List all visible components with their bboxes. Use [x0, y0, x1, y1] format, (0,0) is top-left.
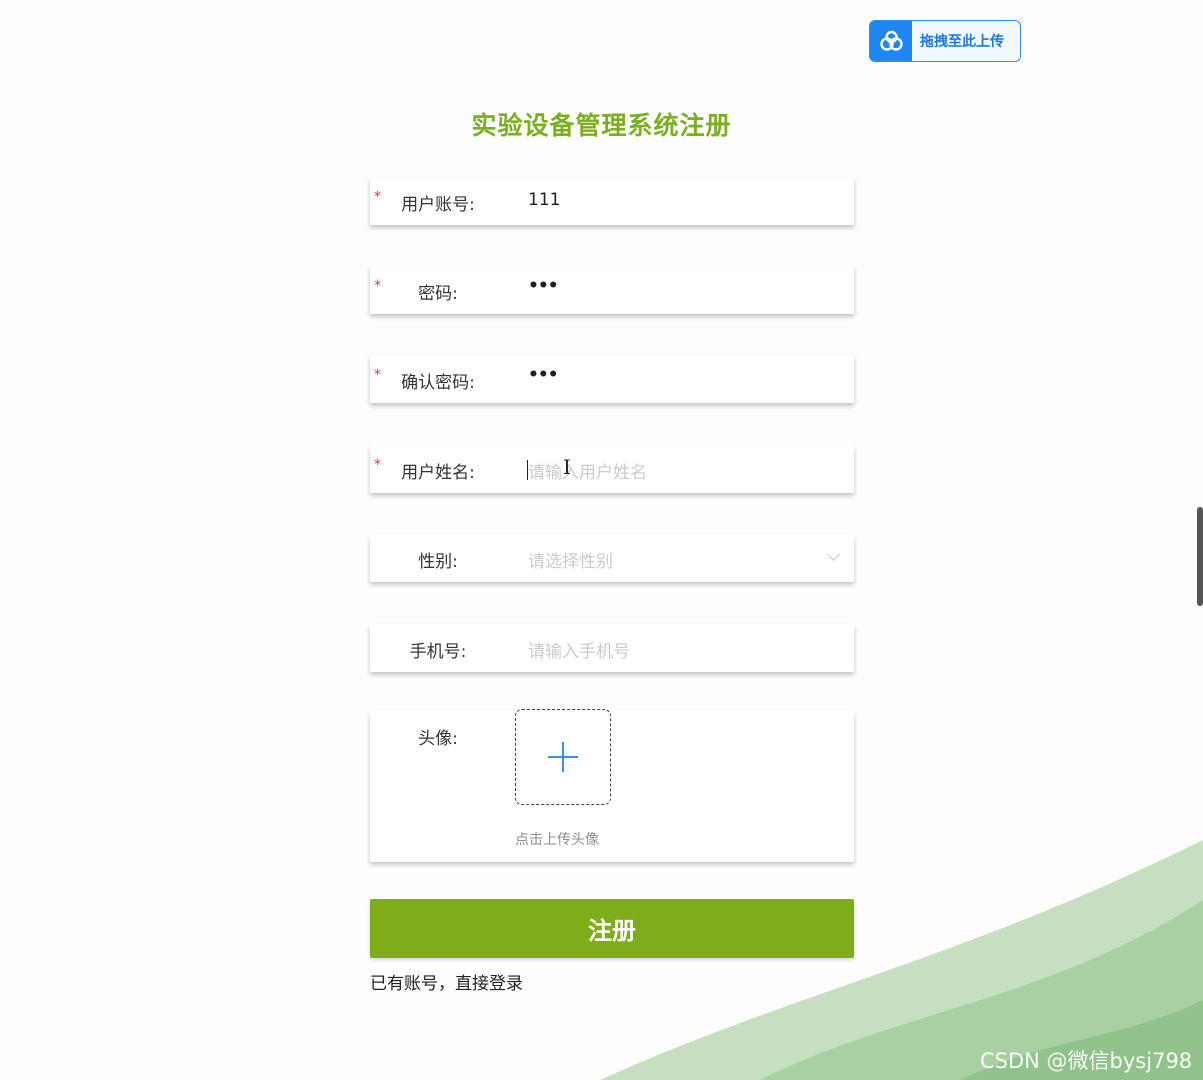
cloud-upload-icon [870, 21, 912, 61]
confirm-password-row: * 确认密码: ••• [370, 355, 854, 403]
avatar-label: 头像: [418, 729, 458, 749]
required-mark: * [374, 278, 381, 294]
drag-upload-label: 拖拽至此上传 [920, 34, 1004, 50]
scrollbar[interactable] [1197, 507, 1203, 606]
avatar-row: 头像: 点击上传头像 [370, 709, 854, 862]
name-input[interactable]: 请输入用户姓名 [528, 458, 647, 483]
phone-label: 手机号: [409, 642, 467, 662]
text-cursor-icon: I [563, 455, 571, 479]
account-label: 用户账号: [401, 195, 475, 215]
gender-row: 性别: 请选择性别 [370, 534, 854, 582]
password-label: 密码: [418, 284, 458, 304]
account-row: * 用户账号: 111 [370, 177, 854, 225]
confirm-password-input[interactable]: ••• [528, 365, 559, 385]
watermark-text: CSDN @微信bysj798 [980, 1049, 1193, 1073]
avatar-upload-tip: 点击上传头像 [515, 832, 599, 848]
chevron-down-icon[interactable] [827, 548, 840, 561]
register-page: 拖拽至此上传 实验设备管理系统注册 * 用户账号: 111 * 密码: ••• … [0, 0, 1203, 1080]
register-button[interactable]: 注册 [370, 899, 854, 958]
gender-select[interactable]: 请选择性别 [528, 547, 613, 572]
password-row: * 密码: ••• [370, 266, 854, 314]
gender-label: 性别: [418, 552, 458, 572]
phone-row: 手机号: 请输入手机号 [370, 624, 854, 672]
avatar-uploader[interactable] [515, 709, 611, 805]
login-link[interactable]: 已有账号，直接登录 [370, 969, 523, 994]
text-caret [527, 460, 528, 480]
required-mark: * [374, 457, 381, 473]
required-mark: * [374, 367, 381, 383]
page-title: 实验设备管理系统注册 [471, 111, 732, 140]
required-mark: * [374, 189, 381, 205]
name-label: 用户姓名: [401, 463, 475, 483]
account-input[interactable]: 111 [528, 190, 560, 210]
confirm-password-label: 确认密码: [401, 373, 475, 393]
plus-icon-vertical [562, 742, 564, 772]
name-row: * 用户姓名: 请输入用户姓名 I [370, 445, 854, 493]
phone-input[interactable]: 请输入手机号 [528, 637, 630, 662]
drag-upload-widget[interactable]: 拖拽至此上传 [869, 20, 1021, 62]
password-input[interactable]: ••• [528, 276, 559, 296]
